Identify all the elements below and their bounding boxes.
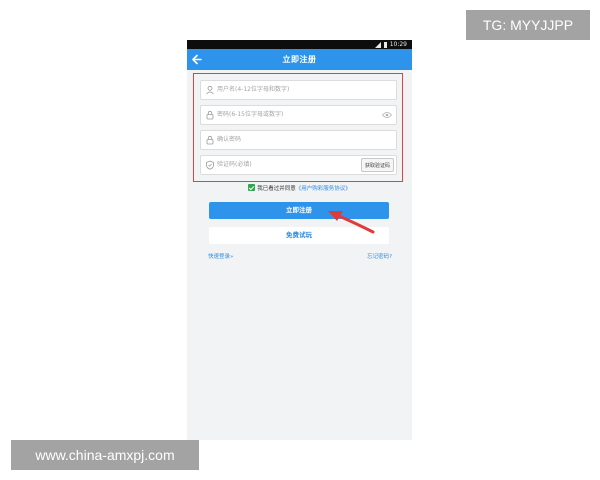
lock-icon (206, 135, 214, 145)
forgot-password-link[interactable]: 忘记密码? (367, 252, 392, 260)
agreement-row: 我已看过并同意《用户购彩服务协议》 (187, 184, 412, 194)
wifi-icon (374, 41, 381, 48)
verification-code-field[interactable]: 验证码(必填) 获取验证码 (200, 155, 397, 175)
confirm-password-field[interactable]: 确认密码 (200, 130, 397, 150)
watermark-url: www.china-amxpj.com (11, 440, 199, 470)
registration-form-highlight: 用户名(4-12位字母和数字) 密码(6-15位字母或数字) 确认密码 验证码(… (193, 73, 403, 182)
eye-icon[interactable] (382, 111, 392, 119)
confirm-password-placeholder: 确认密码 (217, 136, 242, 143)
agreement-text: 我已看过并同意 (257, 186, 296, 192)
agreement-link[interactable]: 《用户购彩服务协议》 (296, 186, 351, 192)
watermark-telegram: TG: MYYJJPP (466, 10, 590, 40)
verification-code-placeholder: 验证码(必填) (217, 161, 252, 168)
password-field[interactable]: 密码(6-15位字母或数字) (200, 105, 397, 125)
phone-screen: 10:29 立即注册 用户名(4-12位字母和数字) 密码(6-15位字母或数字… (187, 40, 412, 440)
page-title: 立即注册 (282, 55, 317, 64)
agreement-checkbox[interactable] (248, 184, 256, 191)
status-bar: 10:29 (187, 40, 412, 49)
shield-icon (206, 160, 214, 170)
username-placeholder: 用户名(4-12位字母和数字) (217, 86, 290, 93)
quick-login-link[interactable]: 快速登录» (208, 252, 233, 260)
lock-icon (206, 110, 214, 120)
red-arrow-annotation (328, 211, 375, 234)
get-code-button[interactable]: 获取验证码 (360, 158, 394, 172)
app-bar: 立即注册 (187, 49, 412, 70)
status-time: 10:29 (389, 41, 407, 48)
battery-icon (383, 41, 387, 48)
password-placeholder: 密码(6-15位字母或数字) (217, 111, 284, 118)
user-icon (206, 85, 214, 95)
username-field[interactable]: 用户名(4-12位字母和数字) (200, 80, 397, 100)
